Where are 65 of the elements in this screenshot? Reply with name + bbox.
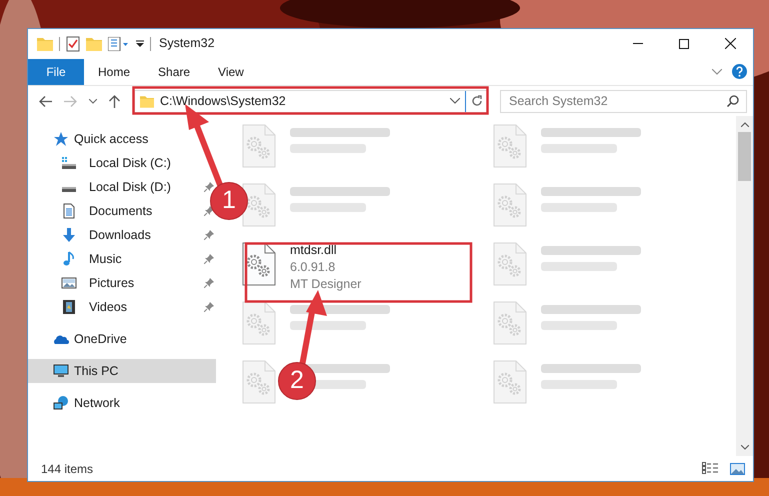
nav-item[interactable]: Local Disk (C:) [28, 151, 198, 175]
ribbon-tab[interactable]: Home [84, 58, 144, 84]
download-icon [61, 227, 77, 243]
folder-icon [37, 36, 53, 50]
ribbon-tab[interactable]: View [204, 58, 258, 84]
network-icon [53, 395, 69, 411]
nav-item[interactable]: Quick access [28, 127, 216, 151]
nav-item[interactable]: Pictures [28, 271, 198, 295]
gear-file-icon [493, 242, 527, 286]
large-icons-view-icon[interactable] [730, 462, 745, 474]
pictures-icon [61, 275, 77, 291]
chevron-down-icon[interactable] [450, 98, 460, 104]
nav-item[interactable]: OneDrive [28, 327, 216, 351]
refresh-icon [470, 95, 482, 107]
up-arrow-icon[interactable] [109, 94, 120, 108]
music-note-icon [61, 251, 77, 267]
nav-item[interactable]: Downloads [28, 223, 198, 247]
gear-file-icon [242, 183, 276, 227]
nav-item[interactable]: Local Disk (D:) [28, 175, 198, 199]
scrollbar[interactable] [736, 116, 753, 456]
nav-item[interactable]: Network [28, 391, 216, 415]
scroll-down-icon[interactable] [740, 445, 748, 450]
scroll-up-icon[interactable] [740, 122, 748, 127]
chevron-down-icon[interactable] [89, 98, 97, 104]
details-view-icon[interactable] [702, 462, 718, 475]
search-icon [727, 95, 739, 107]
drive-icon [61, 155, 77, 171]
gear-file-icon [242, 124, 276, 168]
star-icon [53, 131, 69, 147]
item-count: 144 items [41, 460, 94, 478]
file-detail: 6.0.91.8 [290, 259, 336, 276]
document-icon [61, 203, 77, 219]
scroll-thumb[interactable] [738, 132, 751, 181]
gear-file-icon [493, 360, 527, 404]
monitor-icon [53, 363, 69, 379]
close-icon [724, 38, 736, 49]
file-detail: MT Designer [290, 276, 362, 293]
gear-file-icon [493, 183, 527, 227]
nav-item[interactable]: Documents [28, 199, 198, 223]
gear-file-icon [242, 360, 276, 404]
address-path: C:\Windows\System32 [160, 92, 286, 110]
ribbon-tab[interactable]: Share [144, 58, 204, 84]
customize-dropdown-icon [136, 40, 144, 48]
drive-icon [62, 186, 76, 192]
gear-file-icon [242, 301, 276, 345]
search-field[interactable]: Search System32 [500, 90, 747, 112]
properties-icon [108, 36, 130, 50]
minimize-icon [633, 43, 643, 44]
back-arrow-icon[interactable] [39, 96, 52, 106]
film-icon [61, 299, 77, 315]
gear-file-icon [493, 301, 527, 345]
window-title: System32 [159, 35, 215, 52]
maximize-icon [679, 38, 689, 48]
gear-file-icon [493, 124, 527, 168]
file-name: mtdsr.dll [290, 242, 338, 259]
address-bar[interactable]: C:\Windows\System32 [134, 90, 488, 112]
file-tab[interactable]: File [28, 58, 84, 84]
folder-icon [140, 94, 154, 108]
nav-item[interactable]: Videos [28, 295, 198, 319]
checklist-icon [66, 36, 80, 52]
nav-item[interactable]: Music [28, 247, 198, 271]
new-folder-icon [86, 36, 102, 50]
chevron-down-icon[interactable] [712, 68, 722, 74]
nav-item[interactable]: This PC [28, 359, 216, 383]
help-icon[interactable] [732, 64, 747, 79]
